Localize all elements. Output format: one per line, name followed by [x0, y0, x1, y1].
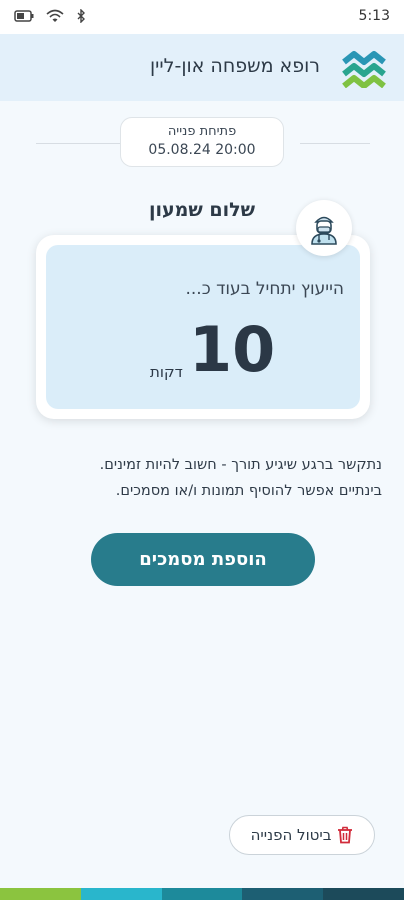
bottom-bar-segment-4: [242, 888, 324, 900]
battery-icon: [14, 10, 34, 22]
wave-logo-icon: [342, 51, 386, 88]
divider-left: [36, 143, 120, 144]
wait-heading: הייעוץ יתחיל בעוד כ...: [185, 279, 345, 299]
bottom-bar-segment-5: [323, 888, 404, 900]
info-line-2: בינתיים אפשר להוסיף תמונות ו/או מסמכים.: [115, 483, 382, 499]
wait-card-inner: הייעוץ יתחיל בעוד כ... 10 דקות: [46, 245, 360, 409]
add-documents-button[interactable]: הוספת מסמכים: [91, 533, 315, 586]
bottom-bar-segment-3: [161, 888, 243, 900]
bottom-color-bar: [0, 888, 404, 900]
doctor-icon: [311, 216, 337, 245]
wait-minutes: 10: [189, 313, 276, 386]
wait-unit: דקות: [150, 363, 183, 381]
bottom-bar-segment-2: [80, 888, 162, 900]
status-icons: [14, 9, 86, 23]
wait-card: הייעוץ יתחיל בעוד כ... 10 דקות: [36, 235, 370, 419]
bottom-bar-segment-1: [0, 888, 81, 900]
status-time: 5:13: [358, 8, 390, 24]
divider-right: [300, 143, 370, 144]
wifi-icon: [46, 9, 64, 22]
request-date: 05.08.24 20:00: [148, 142, 256, 158]
app-header: רופא משפחה און-ליין: [0, 34, 404, 101]
request-info: פתיחת פנייה 05.08.24 20:00: [120, 117, 284, 167]
info-line-1: נתקשר ברגע שיגיע תורך - חשוב להיות זמיני…: [99, 457, 382, 473]
app-title: רופא משפחה און-ליין: [150, 55, 320, 77]
info-text: נתקשר ברגע שיגיע תורך - חשוב להיות זמיני…: [20, 452, 382, 504]
trash-icon: [338, 826, 353, 844]
bluetooth-icon: [77, 9, 85, 23]
cancel-request-button[interactable]: ביטול הפנייה: [229, 815, 375, 855]
doctor-avatar: [296, 200, 352, 256]
request-label: פתיחת פנייה: [167, 124, 237, 139]
cancel-request-label: ביטול הפנייה: [250, 826, 332, 844]
status-bar: 5:13: [0, 0, 404, 34]
